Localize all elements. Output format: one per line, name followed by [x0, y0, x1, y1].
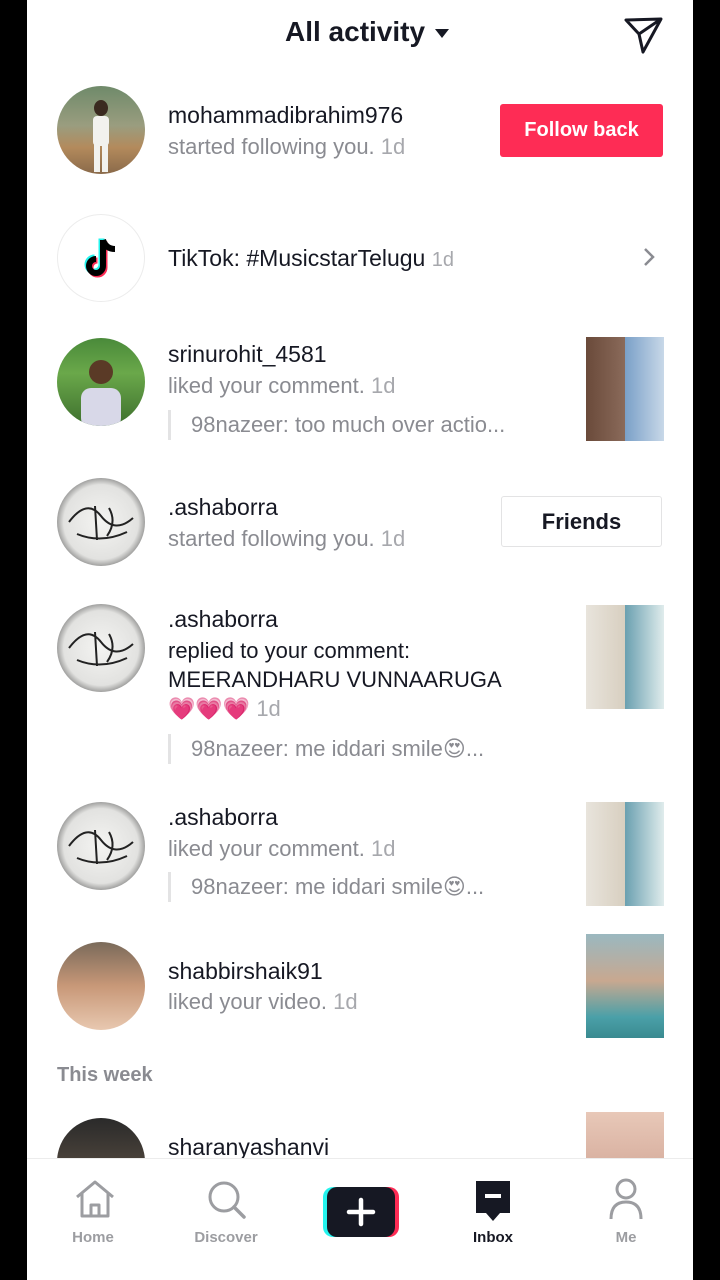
- system-notification-row[interactable]: TikTok: #MusicstarTelugu 1d: [27, 200, 693, 312]
- notification-time: 💗💗💗 1d: [168, 696, 281, 721]
- username[interactable]: .ashaborra: [168, 804, 278, 831]
- plus-icon[interactable]: [323, 1187, 399, 1237]
- video-thumbnail[interactable]: [586, 1112, 664, 1158]
- notification-text: liked your comment. 1d: [168, 373, 396, 398]
- quoted-comment: 98nazeer: me iddari smile😍...: [168, 734, 484, 764]
- chevron-right-icon: [644, 248, 655, 266]
- reply-text: MEERANDHARU VUNNAARUGA: [168, 667, 502, 692]
- avatar[interactable]: [57, 338, 145, 426]
- quoted-comment: 98nazeer: me iddari smile😍...: [168, 872, 484, 902]
- notification-row[interactable]: .ashaborra replied to your comment: MEER…: [27, 602, 693, 800]
- profile-icon: [609, 1178, 643, 1220]
- notification-text: started following you. 1d: [168, 526, 406, 551]
- username[interactable]: sharanyashanvi: [168, 1134, 329, 1158]
- video-thumbnail[interactable]: [586, 605, 664, 709]
- system-notification-text: TikTok: #MusicstarTelugu 1d: [168, 245, 454, 271]
- tab-me[interactable]: Me: [576, 1159, 676, 1259]
- notification-row[interactable]: .ashaborra liked your comment. 1d 98naze…: [27, 800, 693, 930]
- inbox-icon: [476, 1181, 510, 1221]
- username[interactable]: .ashaborra: [168, 494, 278, 521]
- friends-button[interactable]: Friends: [501, 496, 662, 547]
- notification-text: liked your comment. 1d: [168, 836, 396, 861]
- tab-home[interactable]: Home: [43, 1159, 143, 1259]
- bottom-tab-bar: Home Discover Inbox Me: [27, 1158, 693, 1280]
- notification-text: started following you. 1d: [168, 134, 406, 159]
- avatar[interactable]: [57, 478, 145, 566]
- notification-row[interactable]: srinurohit_4581 liked your comment. 1d 9…: [27, 312, 693, 462]
- home-icon: [76, 1180, 114, 1218]
- tab-inbox[interactable]: Inbox: [443, 1159, 543, 1259]
- follow-back-button[interactable]: Follow back: [500, 104, 663, 157]
- section-header-this-week: This week: [57, 1064, 153, 1086]
- avatar[interactable]: [57, 86, 145, 174]
- video-thumbnail[interactable]: [586, 934, 664, 1038]
- avatar[interactable]: [57, 1118, 145, 1158]
- avatar[interactable]: [57, 942, 145, 1030]
- quoted-comment: 98nazeer: too much over actio...: [168, 410, 505, 440]
- avatar[interactable]: [57, 802, 145, 890]
- username[interactable]: mohammadibrahim976: [168, 102, 403, 129]
- discover-icon: [208, 1181, 246, 1219]
- tab-inbox-label: Inbox: [473, 1229, 513, 1246]
- notification-text: liked your video. 1d: [168, 989, 358, 1014]
- screen: All activity mohammadibrahim976 started …: [27, 0, 693, 1280]
- video-thumbnail[interactable]: [586, 802, 664, 906]
- notification-action: replied to your comment:: [168, 638, 411, 663]
- tab-discover-label: Discover: [194, 1229, 258, 1246]
- video-thumbnail[interactable]: [586, 337, 664, 441]
- tab-discover[interactable]: Discover: [176, 1159, 276, 1259]
- tab-me-label: Me: [615, 1229, 637, 1246]
- tab-home-label: Home: [72, 1229, 114, 1246]
- avatar[interactable]: [57, 604, 145, 692]
- username[interactable]: shabbirshaik91: [168, 958, 323, 985]
- notification-row[interactable]: mohammadibrahim976 started following you…: [27, 0, 693, 200]
- tiktok-logo-icon: [57, 214, 145, 302]
- username[interactable]: srinurohit_4581: [168, 341, 327, 368]
- notification-row[interactable]: shabbirshaik91 liked your video. 1d: [27, 930, 693, 1050]
- username[interactable]: .ashaborra: [168, 606, 278, 633]
- notification-row[interactable]: .ashaborra started following you. 1d Fri…: [27, 462, 693, 602]
- notification-row-partial[interactable]: sharanyashanvi: [27, 1110, 693, 1158]
